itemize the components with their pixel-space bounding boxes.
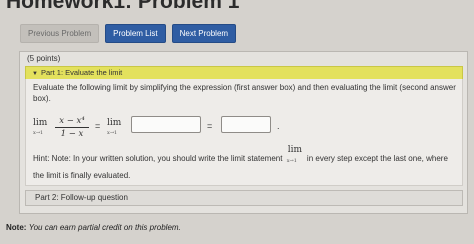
hint-before: Hint: Note: In your written solution, yo… bbox=[33, 154, 283, 163]
period: . bbox=[277, 121, 280, 131]
answer-box-2[interactable] bbox=[221, 116, 271, 133]
fraction: x − x⁴ 1 − x bbox=[55, 116, 89, 139]
page-title: Homework1: Problem 1 bbox=[6, 0, 240, 13]
hint-lim-subscript: x→1 bbox=[286, 158, 297, 164]
lim-operator-2: lim bbox=[107, 118, 122, 128]
partial-credit-note: Note: You can earn partial credit on thi… bbox=[6, 223, 181, 232]
note-label: Note: bbox=[6, 223, 27, 232]
part1-header-content: ▼ Part 1: Evaluate the limit bbox=[32, 68, 122, 77]
part1-body: Evaluate the following limit by simplify… bbox=[25, 79, 463, 186]
part1-header-label: Part 1: Evaluate the limit bbox=[40, 68, 123, 77]
lim-operator: lim bbox=[33, 118, 48, 128]
hint-text: Hint: Note: In your written solution, yo… bbox=[33, 145, 459, 184]
note-text: You can earn partial credit on this prob… bbox=[28, 223, 181, 232]
lim-subscript: x→1 bbox=[33, 130, 44, 136]
hint-limit: lim x→1 bbox=[285, 145, 305, 164]
problem-navigation: Previous Problem Problem List Next Probl… bbox=[20, 24, 237, 43]
caret-down-icon: ▼ bbox=[32, 71, 38, 77]
part1-header[interactable]: ▼ Part 1: Evaluate the limit bbox=[25, 66, 463, 80]
fraction-numerator: x − x⁴ bbox=[59, 116, 85, 126]
fraction-denominator: 1 − x bbox=[60, 129, 84, 139]
previous-problem-button[interactable]: Previous Problem bbox=[20, 24, 100, 43]
fraction-bar bbox=[55, 127, 89, 128]
problem-list-button[interactable]: Problem List bbox=[105, 24, 166, 43]
equals-sign-2: = bbox=[207, 121, 213, 131]
limit-expression: lim x→1 x − x⁴ 1 − x = lim x→1 = . bbox=[33, 116, 453, 140]
points-label: (5 points) bbox=[27, 54, 61, 63]
equals-sign: = bbox=[95, 121, 101, 131]
answer-box-1[interactable] bbox=[131, 116, 201, 133]
problem-prompt: Evaluate the following limit by simplify… bbox=[33, 83, 456, 103]
lim-subscript-2: x→1 bbox=[107, 130, 118, 136]
problem-panel: (5 points) ▼ Part 1: Evaluate the limit E… bbox=[19, 51, 468, 214]
part2-header[interactable]: Part 2: Follow-up question bbox=[25, 190, 463, 206]
part2-header-label: Part 2: Follow-up question bbox=[35, 193, 128, 202]
next-problem-button[interactable]: Next Problem bbox=[171, 24, 237, 43]
